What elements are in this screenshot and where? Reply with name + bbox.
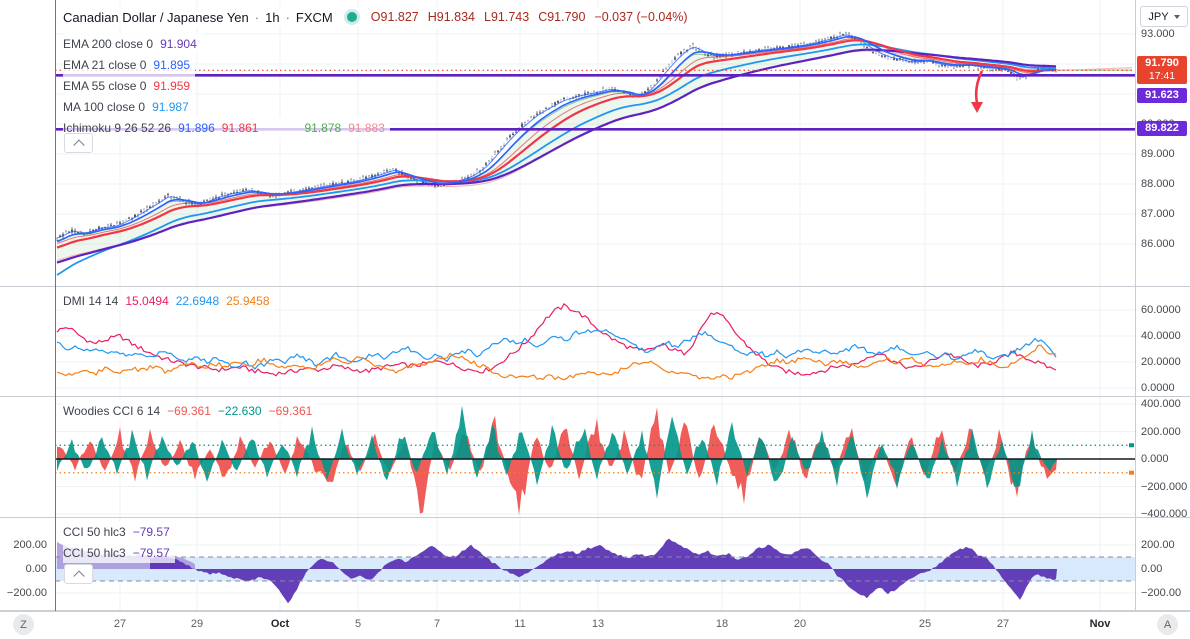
time-axis-label: 11 [514,618,526,630]
current-price-value: 91.790 [1145,57,1179,69]
time-axis-label: 5 [354,618,362,630]
ohlc-token: O91.827 [370,10,419,24]
exchange-label[interactable]: FXCM [296,10,333,25]
main-indicator-legend: EMA 200 close 0 91.904 EMA 21 close 0 91.89… [63,33,390,138]
chevron-down-icon [1173,14,1180,19]
legend-value: 91.904 [160,36,197,51]
logo-letter: Z [20,618,27,631]
woodies-cci-legend: Woodies CCI 6 14 −69.361 −22.630 −69.361 [63,400,318,421]
time-axis-label: 29 [190,618,204,630]
dmi-legend: DMI 14 14 15.0494 22.6948 25.9458 [63,290,275,311]
time-axis-label: 27 [996,618,1010,630]
legend-value: 91.959 [153,78,191,93]
title-separator: · [285,9,290,25]
legend-row[interactable]: Ichimoku 9 26 52 26 91.896 91.861 91.878 91.… [63,117,390,138]
legend-row[interactable]: Woodies CCI 6 14 −69.361 −22.630 −69.361 [63,400,318,421]
collapse-cci-legend-button[interactable] [64,564,93,584]
legend-row[interactable]: EMA 21 close 0 91.895 [63,54,196,75]
legend-label: DMI 14 14 [63,293,119,308]
legend-value: −69.361 [167,403,211,418]
ohlc-token: C91.790 [538,10,586,24]
time-axis-label: Nov [1089,618,1111,630]
chevron-up-icon [72,570,85,582]
legend-value: 91.861 [221,120,259,135]
time-axis-label: 25 [918,618,932,630]
symbol-title-row[interactable]: Canadian Dollar / Japanese Yen · 1h · FX… [63,7,694,27]
legend-value: 91.883 [348,120,385,135]
ohlc-token: −0.037 (−0.04%) [594,10,688,24]
time-axis-label: 27 [113,618,127,630]
bar-countdown: 17:41 [1148,70,1176,82]
price-level-badge: 91.623 [1137,88,1187,103]
legend-value: 91.896 [178,120,215,135]
ohlc-token: L91.743 [484,10,530,24]
legend-value: −69.361 [268,403,313,418]
legend-row[interactable]: EMA 200 close 0 91.904 [63,33,202,54]
legend-row[interactable]: DMI 14 14 15.0494 22.6948 25.9458 [63,290,275,311]
legend-label: CCI 50 hlc3 [63,524,126,539]
symbol-name[interactable]: Canadian Dollar / Japanese Yen [63,10,249,25]
legend-label: CCI 50 hlc3 [63,545,126,560]
price-level-badge: 89.822 [1137,121,1187,137]
legend-row[interactable]: CCI 50 hlc3 −79.57 [63,542,175,563]
interval-label[interactable]: 1h [265,10,279,25]
time-axis-label: 18 [715,618,729,630]
legend-label: EMA 21 close 0 [63,57,147,72]
account-letter: A [1163,618,1172,631]
time-axis-label: Oct [270,618,290,630]
legend-value: 22.6948 [175,293,220,308]
chevron-up-icon [72,139,85,151]
legend-label: Woodies CCI 6 14 [63,403,161,418]
ohlc-values: O91.827 H91.834 L91.743 C91.790 −0.037 (−0.0… [371,10,688,24]
ohlc-token: H91.834 [427,10,475,24]
legend-value: 91.987 [152,99,189,114]
current-price-badge: 91.790 17:41 [1137,56,1187,84]
time-axis-label: 20 [793,618,807,630]
time-axis-label: 13 [591,618,605,630]
title-separator: · [254,9,260,25]
legend-value: 25.9458 [226,293,270,308]
legend-label: MA 100 close 0 [63,99,146,114]
tradingview-chart-window: Canadian Dollar / Japanese Yen · 1h · FX… [0,0,1190,639]
logo-button-left[interactable]: Z [13,614,34,635]
legend-value: 91.878 [304,120,342,135]
legend-row[interactable]: MA 100 close 0 91.987 [63,96,194,117]
price-axis-currency-button[interactable]: JPY [1140,6,1188,27]
legend-row[interactable]: CCI 50 hlc3 −79.57 [63,521,175,542]
legend-value: 15.0494 [125,293,169,308]
legend-label: EMA 200 close 0 [63,36,154,51]
legend-value: −79.57 [132,524,170,539]
market-status-icon[interactable] [346,12,357,22]
legend-value: −22.630 [217,403,262,418]
time-axis-label: 7 [433,618,441,630]
currency-label: JPY [1148,10,1169,23]
collapse-legend-button[interactable] [64,133,93,153]
account-button-right[interactable]: A [1157,614,1178,635]
legend-row[interactable]: EMA 55 close 0 91.959 [63,75,196,96]
legend-value: 91.895 [153,57,191,72]
cci50-legend: CCI 50 hlc3 −79.57 CCI 50 hlc3 −79.57 [63,521,175,563]
legend-value: −79.57 [132,545,170,560]
legend-label: EMA 55 close 0 [63,78,147,93]
